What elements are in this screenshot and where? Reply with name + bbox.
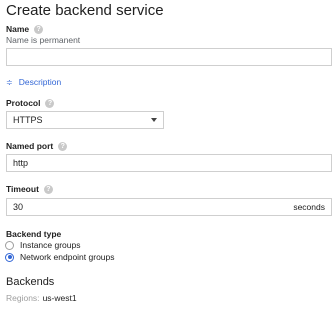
named-port-label: Named port — [6, 141, 54, 151]
timeout-label-row: Timeout ? — [6, 184, 53, 194]
radio-checked-icon[interactable] — [5, 252, 14, 262]
regions-value: us-west1 — [42, 293, 77, 303]
help-circle-icon[interactable]: ? — [43, 184, 53, 194]
radio-instance-groups[interactable]: Instance groups — [5, 240, 80, 250]
regions-label: Regions: — [6, 293, 40, 303]
create-backend-service-form: Create backend service Name ? Name is pe… — [0, 0, 332, 309]
name-field[interactable] — [6, 48, 332, 66]
name-label: Name — [6, 24, 30, 34]
protocol-label-row: Protocol ? — [6, 98, 55, 108]
radio-label: Network endpoint groups — [20, 252, 115, 262]
backends-regions: Regions: us-west1 — [6, 293, 77, 303]
dropdown-arrow-icon — [151, 118, 157, 122]
name-input[interactable] — [13, 52, 325, 62]
protocol-select[interactable]: HTTPS — [6, 111, 164, 129]
help-circle-icon[interactable]: ? — [58, 141, 68, 151]
chevron-double-down-icon: ≑ — [6, 77, 13, 87]
protocol-label: Protocol — [6, 98, 41, 108]
help-circle-icon[interactable]: ? — [34, 24, 44, 34]
backends-section-title: Backends — [6, 276, 55, 288]
name-hint: Name is permanent — [6, 35, 81, 45]
page-title: Create backend service — [6, 2, 164, 19]
description-toggle[interactable]: ≑ Description — [6, 77, 61, 87]
backend-type-label: Backend type — [6, 229, 62, 239]
name-label-row: Name ? — [6, 24, 44, 34]
help-circle-icon[interactable]: ? — [45, 98, 55, 108]
timeout-input[interactable] — [13, 202, 213, 212]
protocol-selected-value: HTTPS — [13, 115, 43, 125]
named-port-input[interactable] — [13, 158, 325, 168]
named-port-label-row: Named port ? — [6, 141, 68, 151]
radio-unchecked-icon[interactable] — [5, 240, 14, 250]
timeout-unit: seconds — [293, 202, 325, 212]
timeout-label: Timeout — [6, 184, 39, 194]
radio-network-endpoint-groups[interactable]: Network endpoint groups — [5, 252, 115, 262]
radio-label: Instance groups — [20, 240, 81, 250]
timeout-field[interactable]: seconds — [6, 198, 332, 216]
named-port-field[interactable] — [6, 154, 332, 172]
description-toggle-label: Description — [18, 77, 62, 87]
